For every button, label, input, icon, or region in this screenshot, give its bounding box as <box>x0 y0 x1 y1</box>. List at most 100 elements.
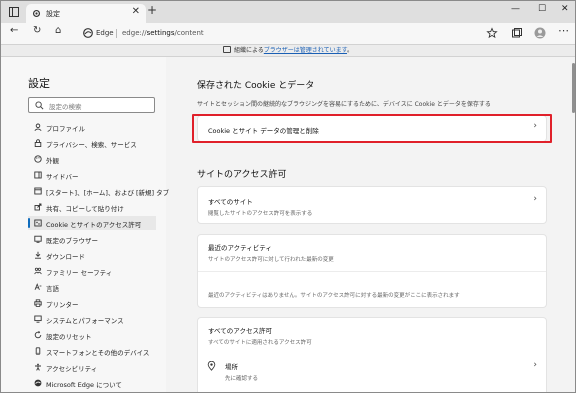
cookie-permissions-icon <box>34 219 42 227</box>
profile-icon <box>34 123 42 131</box>
tab-title: 設定 <box>46 10 60 18</box>
sidebar-item-download[interactable]: ダウンロード <box>28 248 156 262</box>
all-permissions-card: すべてのアクセス許可 すべてのサイトに適用されるアクセス許可 場所 先に確認する… <box>197 317 547 392</box>
sidebar-item-label: プライバシー、検索、サービス <box>46 141 137 149</box>
search-icon <box>35 101 44 110</box>
chevron-right-icon: › <box>533 360 537 370</box>
location-sub: 先に確認する <box>225 376 259 382</box>
sidebar-item-language[interactable]: 言語 <box>28 280 156 294</box>
share-icon <box>34 203 42 211</box>
tab-close-icon[interactable]: ✕ <box>132 6 140 17</box>
browser-window: 設定 ✕ + — ☐ ✕ ← ↻ ⌂ Edge edge://settings/… <box>0 0 576 393</box>
banner-prefix: 組織による <box>233 47 264 54</box>
sidebar-item-default-browser[interactable]: 既定のブラウザー <box>28 232 156 246</box>
sidebar-item-label: Microsoft Edge について <box>46 381 122 389</box>
all-sites-title: すべてのサイト <box>208 198 253 206</box>
all-permissions-title: すべてのアクセス許可 <box>208 327 272 335</box>
sidebar-item-label: 既定のブラウザー <box>46 237 98 245</box>
sidebar-item-profile[interactable]: プロファイル <box>28 120 156 134</box>
system-icon <box>34 315 42 323</box>
briefcase-icon <box>222 46 231 53</box>
sidebar-item-label: アクセシビリティ <box>46 365 98 373</box>
favorite-star-icon[interactable] <box>486 27 498 39</box>
location-pin-icon <box>207 361 216 371</box>
location-row[interactable]: 場所 先に確認する › <box>198 354 546 386</box>
recent-activity-title: 最近のアクティビティ <box>208 244 272 252</box>
phone-icon <box>35 347 41 355</box>
managed-link[interactable]: ブラウザーは管理されています <box>264 47 347 54</box>
chevron-right-icon: › <box>533 194 537 204</box>
sidebar-item-appearance[interactable]: 外観 <box>28 152 156 166</box>
recent-activity-card: 最近のアクティビティ サイトのアクセス許可に対して行われた最新の変更 最近のアク… <box>197 234 547 308</box>
tab-settings[interactable]: 設定 ✕ <box>26 4 146 23</box>
permissions-section-title: サイトのアクセス許可 <box>197 170 287 180</box>
tab-actions-icon[interactable] <box>8 6 20 18</box>
sidebar-item-label: システムとパフォーマンス <box>46 317 124 325</box>
address-bar[interactable]: Edge edge://settings/content <box>71 25 476 41</box>
address-separator <box>116 29 117 38</box>
language-icon <box>34 283 42 290</box>
settings-search-input[interactable]: 設定の検索 <box>28 97 155 113</box>
sidebar-item-label: プロファイル <box>46 125 85 133</box>
minimize-button[interactable]: — <box>511 4 520 14</box>
sidebar-item-label: ファミリー セーフティ <box>46 269 113 277</box>
recent-activity-sub: サイトのアクセス許可に対して行われた最新の変更 <box>208 257 334 263</box>
all-sites-sub: 閲覧したサイトのアクセス許可を表示する <box>208 211 313 217</box>
privacy-lock-icon <box>34 139 42 147</box>
url-text: edge://settings/content <box>122 29 204 37</box>
sidebar-item-printer[interactable]: プリンター <box>28 296 156 310</box>
maximize-button[interactable]: ☐ <box>538 4 546 14</box>
edge-logo-icon <box>83 28 93 38</box>
sidebar-item-phone[interactable]: スマートフォンとその他のデバイス <box>28 344 156 358</box>
reset-icon <box>34 331 42 339</box>
sidebar-item-sidebar[interactable]: サイドバー <box>28 168 156 182</box>
sidebar-item-label: 言語 <box>46 285 59 293</box>
back-button[interactable]: ← <box>10 25 18 36</box>
sidebar-item-edge[interactable]: Microsoft Edge について <box>28 376 156 390</box>
settings-sidebar: 設定 設定の検索 プロファイルプライバシー、検索、サービス 外観サイドバー [スター… <box>1 57 169 392</box>
appearance-icon <box>34 155 42 163</box>
sidebar-item-cookie-permissions[interactable]: Cookie とサイトのアクセス許可 <box>28 216 156 230</box>
sidebar-item-label: プリンター <box>46 301 79 309</box>
cookies-section-desc: サイトとセッション間の継続的なブラウジングを容易にするために、デバイスに Coo… <box>197 101 491 108</box>
cookies-section-title: 保存された Cookie とデータ <box>197 81 315 91</box>
sidebar-item-share[interactable]: 共有、コピーして貼り付け <box>28 200 156 214</box>
default-browser-icon <box>34 235 42 243</box>
recent-activity-empty: 最近のアクティビティはありません。サイトのアクセス許可に対する最新の変更がここに… <box>208 293 460 299</box>
sidebar-item-label: スマートフォンとその他のデバイス <box>46 349 150 357</box>
sidebar-item-label: [スタート]、[ホーム]、および [新規] タブ <box>46 189 170 197</box>
sidebar-item-start-tab[interactable]: [スタート]、[ホーム]、および [新規] タブ <box>28 184 169 198</box>
sidebar-item-label: ダウンロード <box>46 253 85 261</box>
all-sites-row[interactable]: すべてのサイト 閲覧したサイトのアクセス許可を表示する › <box>197 186 547 224</box>
home-button[interactable]: ⌂ <box>55 25 61 36</box>
sidebar-item-accessibility[interactable]: アクセシビリティ <box>28 360 156 374</box>
sidebar-item-family[interactable]: ファミリー セーフティ <box>28 264 156 278</box>
printer-icon <box>34 299 42 307</box>
scrollbar-thumb[interactable] <box>572 63 575 113</box>
more-menu-button[interactable]: ⋯ <box>558 24 569 37</box>
tab-strip: 設定 ✕ + — ☐ ✕ <box>1 1 575 23</box>
search-placeholder: 設定の検索 <box>49 103 82 111</box>
refresh-button[interactable]: ↻ <box>33 25 41 36</box>
family-icon <box>34 267 42 275</box>
sidebar-item-label: サイドバー <box>46 173 79 181</box>
settings-title: 設定 <box>28 77 50 90</box>
sidebar-item-system[interactable]: システムとパフォーマンス <box>28 312 156 326</box>
new-tab-button[interactable]: + <box>147 3 157 17</box>
card-divider <box>198 271 546 272</box>
download-icon <box>35 251 41 259</box>
managed-banner: 組織によるブラウザーは管理されています。 <box>1 44 575 57</box>
location-title: 場所 <box>225 363 238 371</box>
highlight-box <box>192 114 552 143</box>
toolbar: ← ↻ ⌂ Edge edge://settings/content ⋯ <box>1 23 575 44</box>
sidebar-item-privacy-lock[interactable]: プライバシー、検索、サービス <box>28 136 156 150</box>
collections-icon[interactable] <box>511 27 523 39</box>
gear-icon <box>32 9 41 18</box>
close-window-button[interactable]: ✕ <box>561 4 569 14</box>
sidebar-item-label: 共有、コピーして貼り付け <box>46 205 124 213</box>
sidebar-item-label: 外観 <box>46 157 59 165</box>
all-permissions-sub: すべてのサイトに適用されるアクセス許可 <box>208 340 312 346</box>
sidebar-item-label: 設定のリセット <box>46 333 92 341</box>
profile-avatar-icon[interactable] <box>534 27 546 39</box>
sidebar-item-reset[interactable]: 設定のリセット <box>28 328 156 342</box>
